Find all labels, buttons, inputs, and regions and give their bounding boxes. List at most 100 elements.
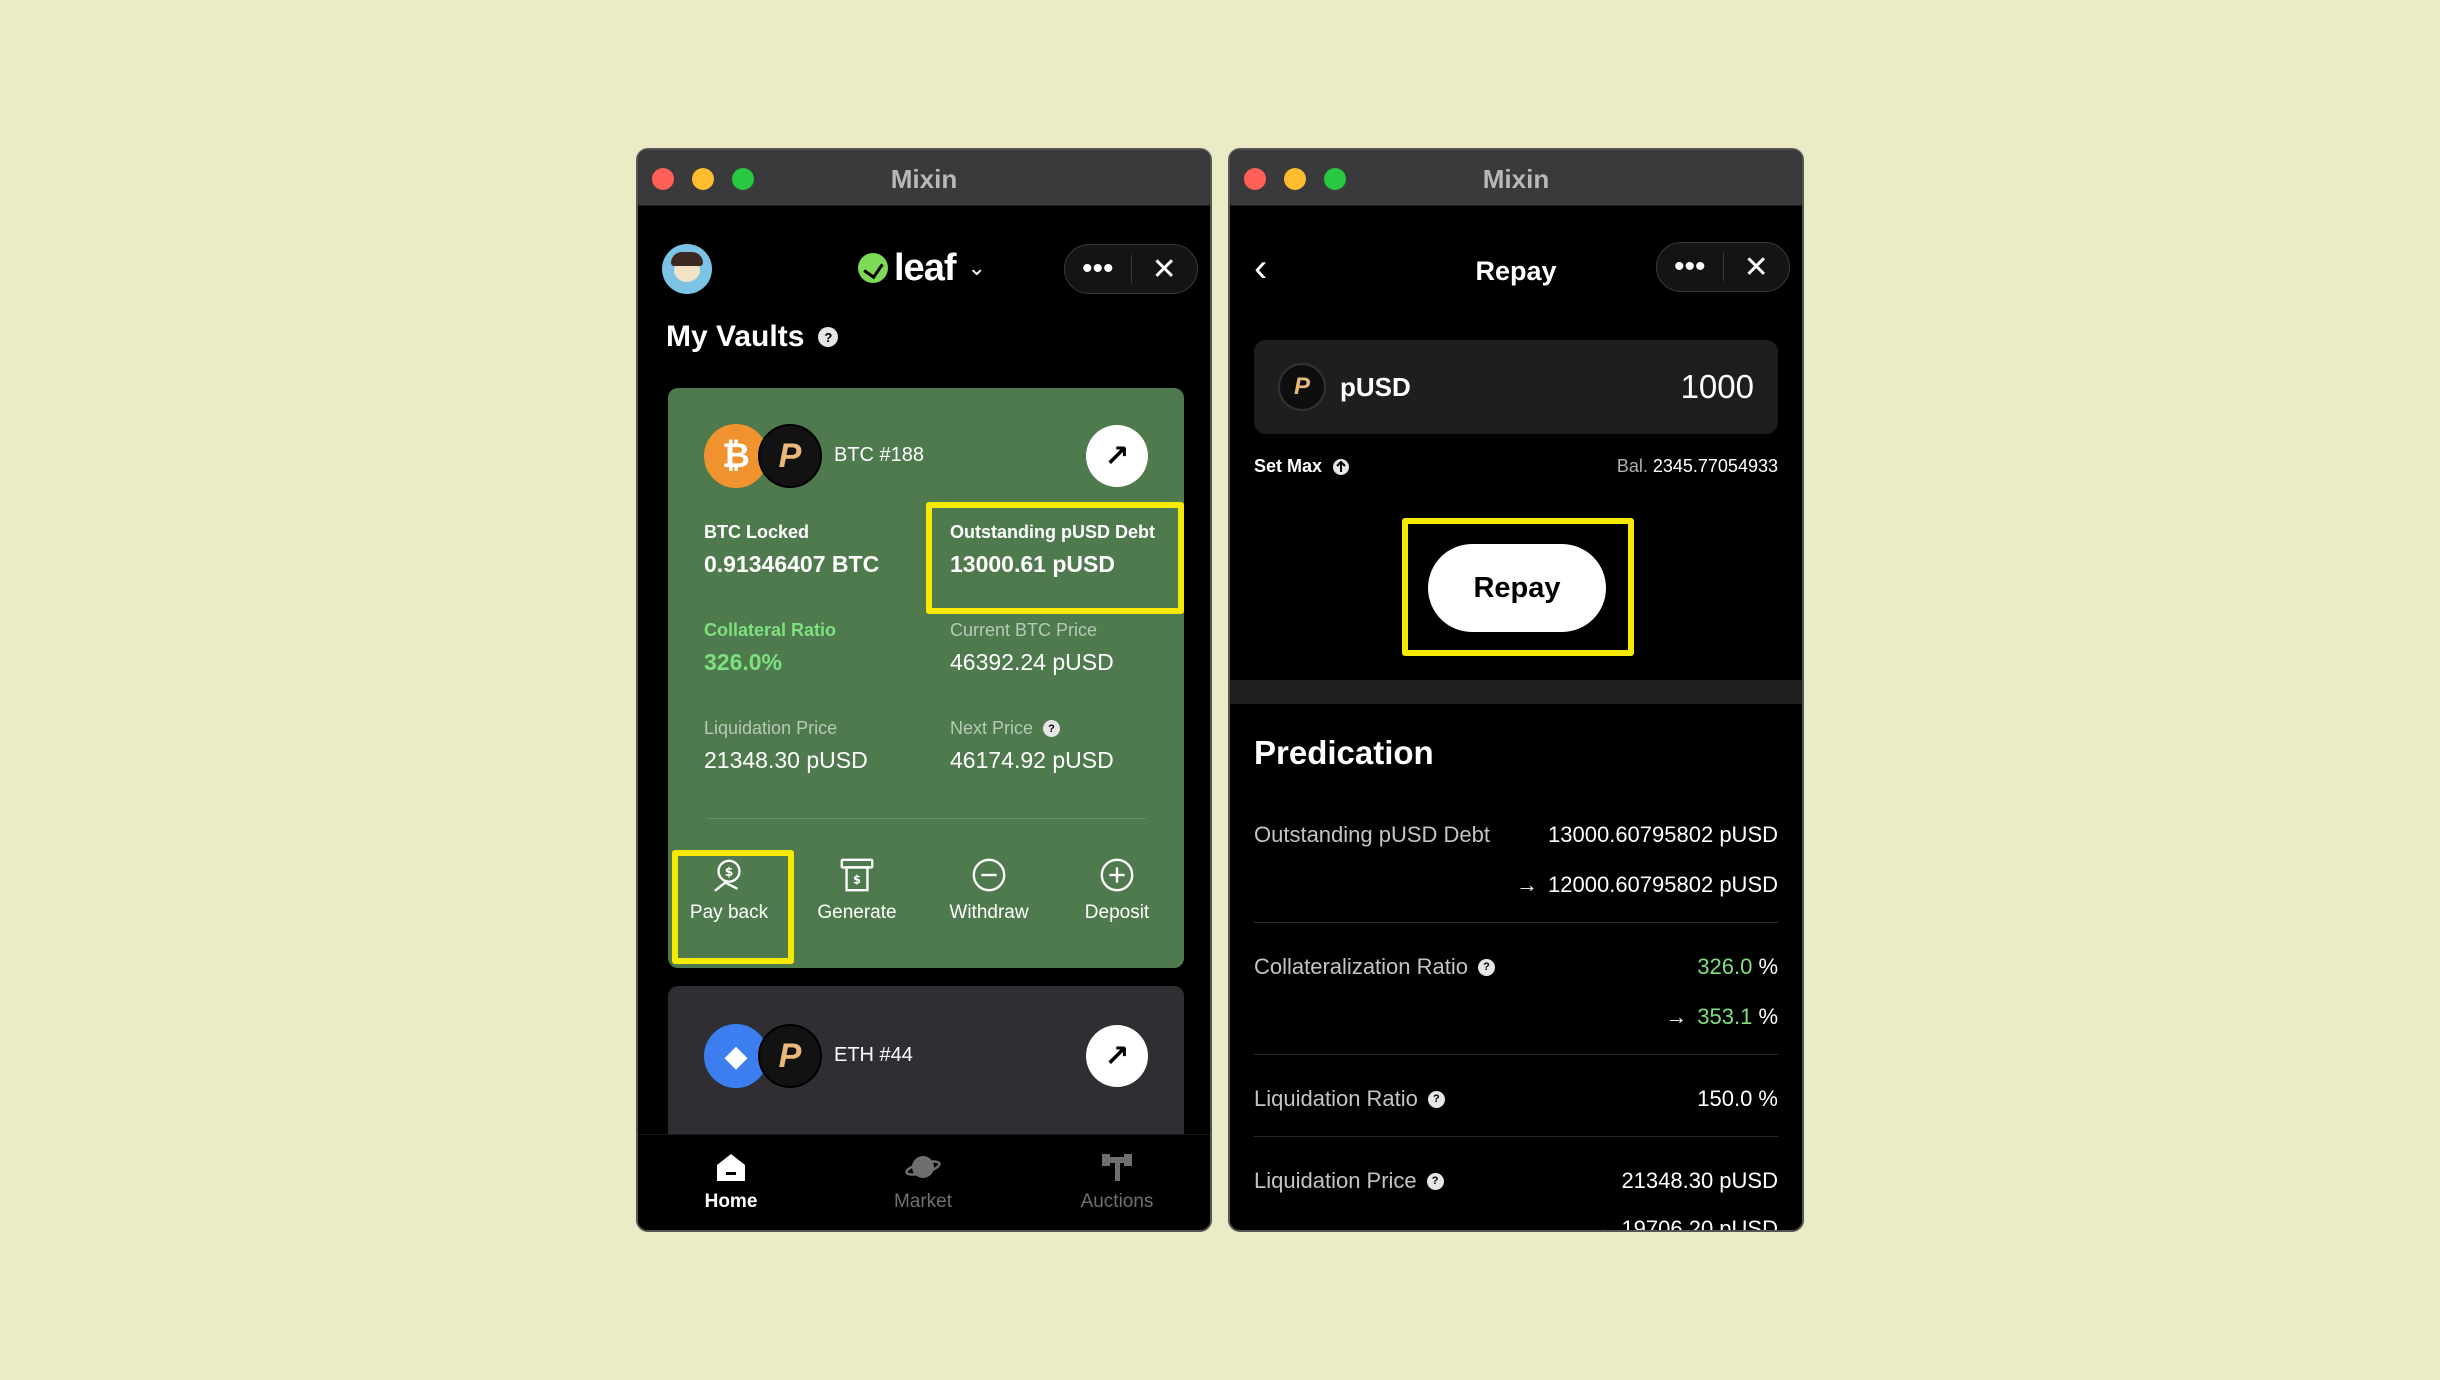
avatar-hair [671,252,703,266]
svg-text:$: $ [853,873,861,887]
mixin-window-vaults: Mixin leaf ⌄ ••• ✕ My Vaults ? ₿ P BTC #… [636,148,1212,1232]
row-divider [1254,1054,1778,1055]
prediction-label: Collateralization Ratio [1254,954,1468,979]
miniapp-controls: ••• ✕ [1064,244,1198,294]
prediction-current-debt: 13000.60795802 pUSD [1548,822,1778,847]
stat-next-price: Next Price ? 46174.92 pUSD [950,718,1114,774]
action-label: Withdraw [949,902,1029,923]
open-vault-button[interactable]: ↗ [1086,1025,1148,1087]
app-header: leaf ⌄ ••• ✕ [662,242,1198,294]
plus-circle-icon [1100,858,1134,892]
stat-liquidation-price: Liquidation Price 21348.30 pUSD [704,718,868,774]
stat-label: BTC Locked [704,522,810,542]
arrow-right-icon: → [1665,1004,1688,1029]
help-icon[interactable]: ? [818,327,839,347]
chevron-down-icon: ⌄ [967,255,986,280]
stat-value: 326.0% [704,649,783,675]
amount-input[interactable]: P pUSD 1000 [1254,340,1778,434]
tab-label: Auctions [1080,1191,1154,1212]
prediction-title: Predication [1254,734,1434,771]
stat-label: Current BTC Price [950,620,1098,640]
help-icon[interactable]: ? [1043,720,1061,737]
action-label: Deposit [1084,902,1150,923]
generate-button[interactable]: $ Generate [798,856,916,924]
prediction-next-value: 19706.20 pUSD [1621,1216,1778,1230]
amount-value[interactable]: 1000 [1681,368,1754,406]
stat-label: Liquidation Price [704,718,838,738]
unit-label: % [1758,954,1778,979]
section-divider [1230,680,1802,704]
help-icon[interactable]: ? [1427,1090,1445,1108]
minus-circle-icon [972,858,1006,892]
vault-card-eth: ◆ P ETH #44 ↗ [668,986,1184,1146]
prediction-label-liquidation-price: Liquidation Price ? [1254,1168,1444,1194]
page-title-text: My Vaults [666,320,805,353]
stat-collateral-ratio: Collateral Ratio 326.0% [704,620,836,676]
prediction-current-liquidation-ratio: 150.0 % [1697,1086,1778,1111]
tab-label: Market [893,1191,953,1212]
generate-icon: $ [840,858,874,892]
more-button[interactable]: ••• [1065,245,1131,293]
stat-value: 46174.92 pUSD [950,747,1114,773]
stat-value: 21348.30 pUSD [704,747,868,773]
balance-label: Bal. [1616,456,1648,476]
more-button[interactable]: ••• [1657,243,1723,291]
action-label: Generate [817,902,897,923]
open-vault-button[interactable]: ↗ [1086,425,1148,487]
prediction-current-liquidation-price: 21348.30 pUSD [1621,1168,1778,1193]
close-button[interactable]: ✕ [1724,243,1790,291]
prediction-current-collateralization: 326.0 % [1697,954,1778,980]
card-divider [706,818,1146,819]
app-content: ‹ Repay ••• ✕ P pUSD 1000 Set Max Bal. 2… [1230,206,1802,1230]
prediction-next-value: 12000.60795802 pUSD [1548,872,1778,897]
avatar[interactable] [662,244,712,294]
stat-current-price: Current BTC Price 46392.24 pUSD [950,620,1114,676]
highlight-repay-button [1402,518,1634,656]
prediction-label-liquidation-ratio: Liquidation Ratio ? [1254,1086,1445,1112]
balance-value: 2345.77054933 [1652,456,1778,476]
prediction-next-value: 353.1 [1697,1004,1753,1029]
vault-name: ETH #44 [834,1044,913,1066]
arrow-right-icon: → [1589,1216,1612,1230]
window-title: Mixin [1482,164,1550,194]
stat-label: Next Price [950,718,1034,738]
pusd-icon: P [758,1024,822,1088]
prediction-current-value: 326.0 [1697,954,1753,979]
help-icon[interactable]: ? [1426,1172,1444,1190]
window-title: Mixin [890,164,958,194]
prediction-label: Liquidation Ratio [1254,1086,1418,1111]
brand-switcher[interactable]: leaf ⌄ [858,242,986,294]
balance: Bal. 2345.77054933 [1617,456,1778,477]
prediction-label-collateralization: Collateralization Ratio ? [1254,954,1495,980]
help-icon[interactable]: ? [1478,958,1495,976]
tab-auctions[interactable]: Auctions [1042,1151,1192,1213]
planet-icon [905,1156,941,1178]
withdraw-button[interactable]: Withdraw [930,856,1048,924]
brand-name: leaf [894,246,956,289]
window-titlebar[interactable]: Mixin [638,150,1210,206]
tab-market[interactable]: Market [848,1151,998,1213]
pusd-icon: P [758,424,822,488]
window-titlebar[interactable]: Mixin [1230,150,1802,206]
gavel-icon [1102,1154,1132,1181]
asset-symbol[interactable]: pUSD [1340,372,1411,403]
close-button[interactable]: ✕ [1132,245,1198,293]
unit-label: % [1758,1004,1778,1029]
deposit-button[interactable]: Deposit [1058,856,1176,924]
vault-name: BTC #188 [834,444,925,466]
stat-btc-locked: BTC Locked 0.91346407 BTC [704,522,879,578]
row-divider [1254,922,1778,923]
stat-value: 0.91346407 BTC [704,551,880,577]
stat-label: Collateral Ratio [704,620,837,640]
prediction-label-debt: Outstanding pUSD Debt [1254,822,1490,848]
stat-label-row: Next Price ? [950,718,1114,739]
row-divider [1254,1136,1778,1137]
bottom-tab-bar: Home Market Auctions [638,1134,1210,1230]
arrow-right-icon: → [1516,872,1539,897]
set-max-label: Set Max [1254,456,1323,476]
prediction-label: Liquidation Price [1254,1168,1417,1193]
home-icon [717,1154,745,1181]
leaf-logo-icon [858,253,888,283]
set-max-button[interactable]: Set Max [1254,456,1350,477]
tab-home[interactable]: Home [656,1151,806,1213]
